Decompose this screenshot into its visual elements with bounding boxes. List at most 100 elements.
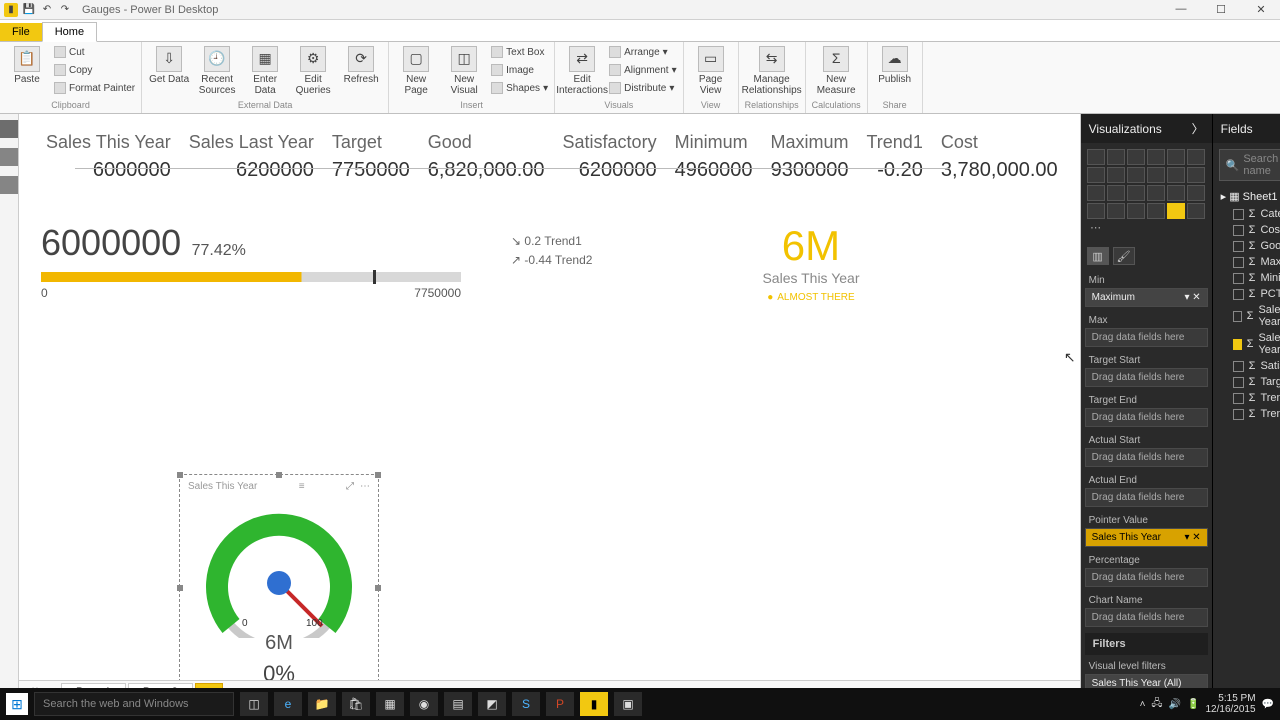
maximize-button[interactable]: ☐	[1206, 3, 1236, 16]
refresh-button[interactable]: ⟳Refresh	[340, 44, 382, 85]
checkbox-icon[interactable]	[1233, 257, 1244, 268]
taskbar-clock[interactable]: 5:15 PM12/16/2015	[1205, 693, 1255, 715]
viz-type[interactable]	[1087, 167, 1105, 183]
task-view-icon[interactable]: ◫	[240, 692, 268, 716]
page-view-button[interactable]: ▭Page View	[690, 44, 732, 96]
checkbox-icon[interactable]	[1233, 241, 1244, 252]
checkbox-icon[interactable]	[1233, 225, 1244, 236]
viz-type[interactable]	[1107, 203, 1125, 219]
field-search[interactable]: 🔍Search by name	[1219, 149, 1280, 181]
data-table-visual[interactable]: Sales This Year6000000 Sales Last Year62…	[46, 132, 1058, 182]
gauge-visual[interactable]: Sales This Year ≡ ⤢⋯ 0 100	[179, 474, 379, 680]
tray-volume-icon[interactable]: 🔊	[1169, 699, 1181, 710]
well-target-start[interactable]: Drag data fields here	[1085, 368, 1208, 387]
format-tab-icon[interactable]: 🖌	[1113, 247, 1135, 265]
app-icon[interactable]: ▣	[614, 692, 642, 716]
well-chart-name[interactable]: Drag data fields here	[1085, 608, 1208, 627]
bullet-chart-visual[interactable]: 6000000 77.42% 07750000	[41, 222, 461, 303]
redo-icon[interactable]: ↷	[58, 3, 72, 17]
checkbox-icon[interactable]	[1233, 361, 1244, 372]
edit-queries-button[interactable]: ⚙Edit Queries	[292, 44, 334, 96]
viz-type[interactable]	[1147, 149, 1165, 165]
data-view-icon[interactable]	[0, 148, 18, 166]
table-group[interactable]: ▸ ▦ Sheet1	[1217, 187, 1280, 206]
file-tab[interactable]: File	[0, 23, 42, 41]
field-item[interactable]: ΣMaximum	[1217, 254, 1280, 270]
edge-icon[interactable]: e	[274, 692, 302, 716]
tray-network-icon[interactable]: 🖧	[1151, 696, 1162, 713]
text-box-button[interactable]: Text Box	[491, 44, 548, 60]
app-icon[interactable]: ▤	[444, 692, 472, 716]
edit-interactions-button[interactable]: ⇄Edit Interactions	[561, 44, 603, 96]
app-icon[interactable]: ◩	[478, 692, 506, 716]
well-max[interactable]: Drag data fields here	[1085, 328, 1208, 347]
field-item[interactable]: ΣSales Last Year	[1217, 302, 1280, 330]
viz-type[interactable]	[1127, 149, 1145, 165]
viz-type[interactable]	[1087, 149, 1105, 165]
checkbox-icon[interactable]	[1233, 273, 1244, 284]
viz-type[interactable]	[1167, 149, 1185, 165]
explorer-icon[interactable]: 📁	[308, 692, 336, 716]
checkbox-icon[interactable]	[1233, 289, 1244, 300]
enter-data-button[interactable]: ▦Enter Data	[244, 44, 286, 96]
new-page-button[interactable]: ▢New Page	[395, 44, 437, 96]
kpi-card-visual[interactable]: 6M Sales This Year ALMOST THERE	[762, 222, 859, 303]
viz-type[interactable]	[1087, 185, 1105, 201]
viz-type[interactable]	[1107, 167, 1125, 183]
checkbox-icon[interactable]	[1233, 311, 1242, 322]
field-item[interactable]: ΣGood	[1217, 238, 1280, 254]
arrange-button[interactable]: Arrange▾	[609, 44, 677, 60]
minimize-button[interactable]: —	[1166, 3, 1196, 16]
close-button[interactable]: ✕	[1246, 3, 1276, 16]
viz-type[interactable]	[1147, 185, 1165, 201]
field-item[interactable]: ΣPCT	[1217, 286, 1280, 302]
viz-type[interactable]	[1187, 149, 1205, 165]
well-actual-end[interactable]: Drag data fields here	[1085, 488, 1208, 507]
alignment-button[interactable]: Alignment▾	[609, 62, 677, 78]
undo-icon[interactable]: ↶	[40, 3, 54, 17]
get-data-button[interactable]: ⇩Get Data	[148, 44, 190, 85]
viz-type[interactable]	[1167, 167, 1185, 183]
viz-type[interactable]	[1127, 185, 1145, 201]
new-visual-button[interactable]: ◫New Visual	[443, 44, 485, 96]
store-icon[interactable]: 🛍	[342, 692, 370, 716]
field-item[interactable]: ΣTrend2	[1217, 406, 1280, 422]
viz-type-gauge[interactable]	[1167, 203, 1185, 219]
report-view-icon[interactable]	[0, 120, 18, 138]
checkbox-icon[interactable]	[1233, 209, 1244, 220]
viz-type[interactable]	[1147, 203, 1165, 219]
new-measure-button[interactable]: ΣNew Measure	[815, 44, 857, 96]
tray-chevron-icon[interactable]: ˄	[1140, 699, 1146, 710]
viz-type[interactable]	[1187, 203, 1205, 219]
field-item[interactable]: ΣTarget	[1217, 374, 1280, 390]
viz-more[interactable]: ⋯	[1087, 221, 1105, 237]
start-button[interactable]: ⊞	[6, 693, 28, 715]
more-icon[interactable]: ⋯	[360, 481, 370, 492]
shapes-button[interactable]: Shapes▾	[491, 80, 548, 96]
powerbi-icon[interactable]: ▮	[580, 692, 608, 716]
viz-type[interactable]	[1167, 185, 1185, 201]
well-target-end[interactable]: Drag data fields here	[1085, 408, 1208, 427]
viz-type[interactable]	[1187, 185, 1205, 201]
field-item[interactable]: ΣCategory	[1217, 206, 1280, 222]
distribute-button[interactable]: Distribute▾	[609, 80, 677, 96]
checkbox-icon[interactable]	[1233, 377, 1244, 388]
viz-type[interactable]	[1187, 167, 1205, 183]
viz-type[interactable]	[1127, 203, 1145, 219]
checkbox-icon[interactable]	[1233, 409, 1244, 420]
viz-type[interactable]	[1107, 185, 1125, 201]
checkbox-icon[interactable]	[1233, 393, 1244, 404]
tray-battery-icon[interactable]: 🔋	[1187, 699, 1199, 710]
viz-type[interactable]	[1107, 149, 1125, 165]
field-item[interactable]: ΣCost	[1217, 222, 1280, 238]
well-percentage[interactable]: Drag data fields here	[1085, 568, 1208, 587]
field-item[interactable]: ΣMinimum	[1217, 270, 1280, 286]
app-icon[interactable]: ▦	[376, 692, 404, 716]
well-min[interactable]: Maximum▾ ✕	[1085, 288, 1208, 307]
publish-button[interactable]: ☁Publish	[874, 44, 916, 85]
field-item[interactable]: ΣSales This Year	[1217, 330, 1280, 358]
checkbox-icon[interactable]	[1233, 339, 1242, 350]
collapse-icon[interactable]: 〉	[1192, 120, 1204, 137]
home-tab[interactable]: Home	[42, 22, 97, 42]
field-item[interactable]: ΣSatisfactory	[1217, 358, 1280, 374]
